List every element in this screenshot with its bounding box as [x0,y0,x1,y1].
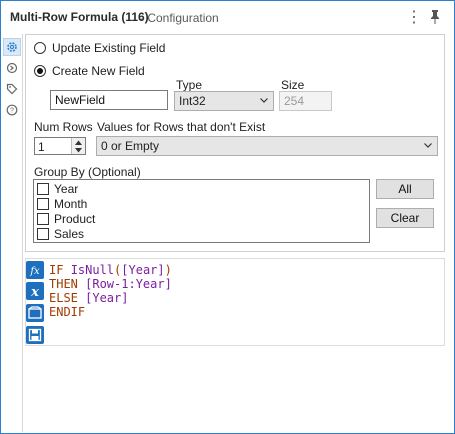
code-line-2: THEN [Row-1:Year] [49,277,172,291]
stepper-up-icon[interactable] [72,138,85,146]
tag-icon[interactable] [3,80,21,98]
size-input[interactable]: 254 [279,91,332,111]
group-by-label: Group By (Optional) [34,165,141,179]
num-rows-label: Num Rows [34,120,93,134]
missing-rows-dropdown[interactable]: 0 or Empty [96,136,438,156]
stepper-down-icon[interactable] [72,146,85,154]
configuration-sidebar: ? [1,34,23,432]
list-item[interactable]: Sales [37,227,84,241]
gear-icon[interactable] [3,38,21,56]
create-new-label: Create New Field [52,64,145,78]
checkbox[interactable] [37,213,49,225]
saved-expressions-icon[interactable] [26,304,44,322]
list-item[interactable]: Month [37,197,87,211]
more-options-icon[interactable]: ⋮ [406,7,422,27]
code-line-4: ENDIF [49,305,172,319]
size-header: Size [281,78,305,92]
type-value: Int32 [179,94,206,108]
code-keyword: ENDIF [49,305,86,319]
pin-icon[interactable] [426,8,444,26]
svg-text:fx: fx [29,266,40,277]
code-function: IsNull [70,263,115,277]
list-item-label: Product [54,212,96,226]
group-by-list[interactable]: Year Month Product Sales [33,179,370,243]
code-punctuation: ) [164,263,172,277]
list-item-label: Sales [54,227,85,241]
circle-arrow-icon[interactable] [3,59,21,77]
svg-text:x: x [30,285,39,300]
code-field: [Year] [85,291,129,305]
select-all-button[interactable]: All [376,179,434,199]
save-icon[interactable] [26,326,44,344]
missing-rows-value: 0 or Empty [101,139,160,153]
list-item[interactable]: Product [37,212,95,226]
list-item[interactable]: Year [37,182,78,196]
title-bar: Multi-Row Formula (116) - Configuration … [1,1,454,32]
new-field-name-input[interactable]: NewField [50,90,168,110]
fx-icon[interactable]: fx [26,261,44,279]
type-dropdown[interactable]: Int32 [174,91,274,111]
clear-button[interactable]: Clear [376,208,434,228]
update-existing-radio[interactable]: Update Existing Field [34,41,165,55]
variable-x-icon[interactable]: x [26,282,44,300]
help-icon[interactable]: ? [3,101,21,119]
list-item-label: Year [54,182,79,196]
code-field: [Year] [121,263,165,277]
stepper-buttons [71,138,85,154]
checkbox[interactable] [37,183,49,195]
expression-editor[interactable]: fx x IF IsNull([Year]) THEN [Row-1:Year] E… [25,258,445,346]
code-keyword: ELSE [49,291,86,305]
create-new-radio[interactable]: Create New Field [34,64,145,78]
window-subtitle: - Configuration [140,11,219,25]
code-line-1: IF IsNull([Year]) [49,263,172,277]
svg-text:?: ? [10,108,14,115]
code-keyword: IF [49,263,71,277]
configuration-panel: Update Existing Field Create New Field T… [25,34,445,252]
expression-code[interactable]: IF IsNull([Year]) THEN [Row-1:Year] ELSE [… [49,263,172,319]
missing-rows-label: Values for Rows that don't Exist [97,120,266,134]
checkbox[interactable] [37,228,49,240]
code-keyword: THEN [49,277,86,291]
type-header: Type [176,78,203,92]
num-rows-value: 1 [38,140,45,154]
num-rows-stepper[interactable]: 1 [34,137,86,155]
list-item-label: Month [54,197,88,211]
radio-button-selected[interactable] [34,65,46,77]
update-existing-label: Update Existing Field [52,41,166,55]
window-title: Multi-Row Formula (116) [10,10,149,24]
code-field: [Row-1:Year] [85,277,172,291]
chevron-down-icon [260,98,268,103]
code-line-3: ELSE [Year] [49,291,172,305]
radio-button[interactable] [34,42,46,54]
chevron-down-icon [424,143,432,148]
checkbox[interactable] [37,198,49,210]
